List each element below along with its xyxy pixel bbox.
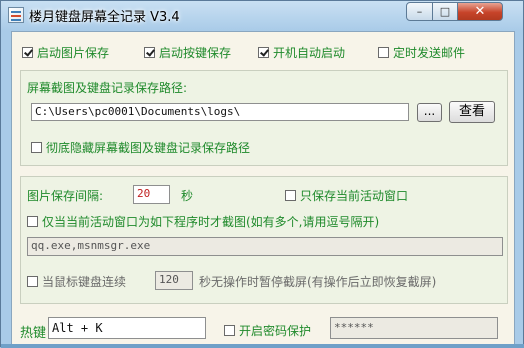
idle-pause-option[interactable]: 当鼠标键盘连续 xyxy=(27,273,126,290)
hotkey-label: 热键 xyxy=(20,326,47,341)
save-path-label: 屏幕截图及键盘记录保存路径: xyxy=(27,81,188,95)
idle-seconds-input[interactable]: 120 xyxy=(155,271,193,290)
idle-suffix-label: 秒无操作时暂停截屏(有操作后立即恢复截屏) xyxy=(199,275,437,289)
settings-panel: 启动图片保存 启动按键保存 开机自动启动 定时发送邮件 屏幕截图及键盘记录保存路… xyxy=(11,31,515,348)
program-filter-option[interactable]: 仅当当前活动窗口为如下程序时才截图(如有多个,请用逗号隔开) xyxy=(27,213,379,230)
save-path-input[interactable]: C:\Users\pc0001\Documents\logs\ xyxy=(31,103,409,121)
timed-email-option[interactable]: 定时发送邮件 xyxy=(378,44,465,61)
idle-pause-checkbox[interactable] xyxy=(27,276,38,287)
program-filter-checkbox[interactable] xyxy=(27,216,38,227)
active-only-label: 只保存当前活动窗口 xyxy=(300,189,409,203)
save-path-group: 屏幕截图及键盘记录保存路径: C:\Users\pc0001\Documents… xyxy=(20,70,508,166)
start-key-save-label: 启动按键保存 xyxy=(159,46,232,60)
password-checkbox[interactable] xyxy=(224,325,235,336)
timed-email-checkbox[interactable] xyxy=(378,47,389,58)
auto-start-option[interactable]: 开机自动启动 xyxy=(258,44,345,61)
active-only-option[interactable]: 只保存当前活动窗口 xyxy=(285,187,408,204)
start-image-save-option[interactable]: 启动图片保存 xyxy=(22,44,109,61)
hide-path-option[interactable]: 彻底隐藏屏幕截图及键盘记录保存路径 xyxy=(31,139,250,156)
close-button[interactable]: ✕ xyxy=(457,2,503,21)
view-button[interactable]: 查看 xyxy=(449,101,495,123)
program-filter-label: 仅当当前活动窗口为如下程序时才截图(如有多个,请用逗号隔开) xyxy=(42,215,380,229)
hide-path-label: 彻底隐藏屏幕截图及键盘记录保存路径 xyxy=(46,141,251,155)
hotkey-input[interactable]: Alt + K xyxy=(48,317,206,339)
auto-start-checkbox[interactable] xyxy=(258,47,269,58)
app-icon xyxy=(8,7,24,23)
active-only-checkbox[interactable] xyxy=(285,190,296,201)
password-label: 开启密码保护 xyxy=(239,324,312,338)
auto-start-label: 开机自动启动 xyxy=(273,46,346,60)
start-key-save-option[interactable]: 启动按键保存 xyxy=(144,44,231,61)
start-image-save-checkbox[interactable] xyxy=(22,47,33,58)
interval-unit: 秒 xyxy=(181,189,194,203)
browse-button[interactable]: ... xyxy=(417,103,442,122)
maximize-button[interactable]: □ xyxy=(432,2,458,21)
interval-input[interactable]: 20 xyxy=(133,185,170,204)
start-key-save-checkbox[interactable] xyxy=(144,47,155,58)
program-list-input[interactable]: qq.exe,msnmsgr.exe xyxy=(27,237,503,256)
title-bar[interactable]: 楼月键盘屏幕全记录 V3.4 – □ ✕ xyxy=(1,1,523,29)
hide-path-checkbox[interactable] xyxy=(31,142,42,153)
idle-prefix-label: 当鼠标键盘连续 xyxy=(42,275,127,289)
password-input[interactable]: ****** xyxy=(330,317,498,339)
start-image-save-label: 启动图片保存 xyxy=(37,46,110,60)
minimize-button[interactable]: – xyxy=(406,2,433,21)
password-option[interactable]: 开启密码保护 xyxy=(224,322,311,339)
timed-email-label: 定时发送邮件 xyxy=(393,46,466,60)
window-title: 楼月键盘屏幕全记录 V3.4 xyxy=(29,10,180,25)
app-window: 楼月键盘屏幕全记录 V3.4 – □ ✕ 启动图片保存 启动按键保存 开机自动启… xyxy=(0,0,524,348)
interval-label: 图片保存间隔: xyxy=(27,189,104,203)
capture-settings-group: 图片保存间隔: 20 秒 只保存当前活动窗口 仅当当前活动窗口为如下程序时才截图… xyxy=(20,176,508,304)
window-bottom-edge xyxy=(1,344,524,348)
